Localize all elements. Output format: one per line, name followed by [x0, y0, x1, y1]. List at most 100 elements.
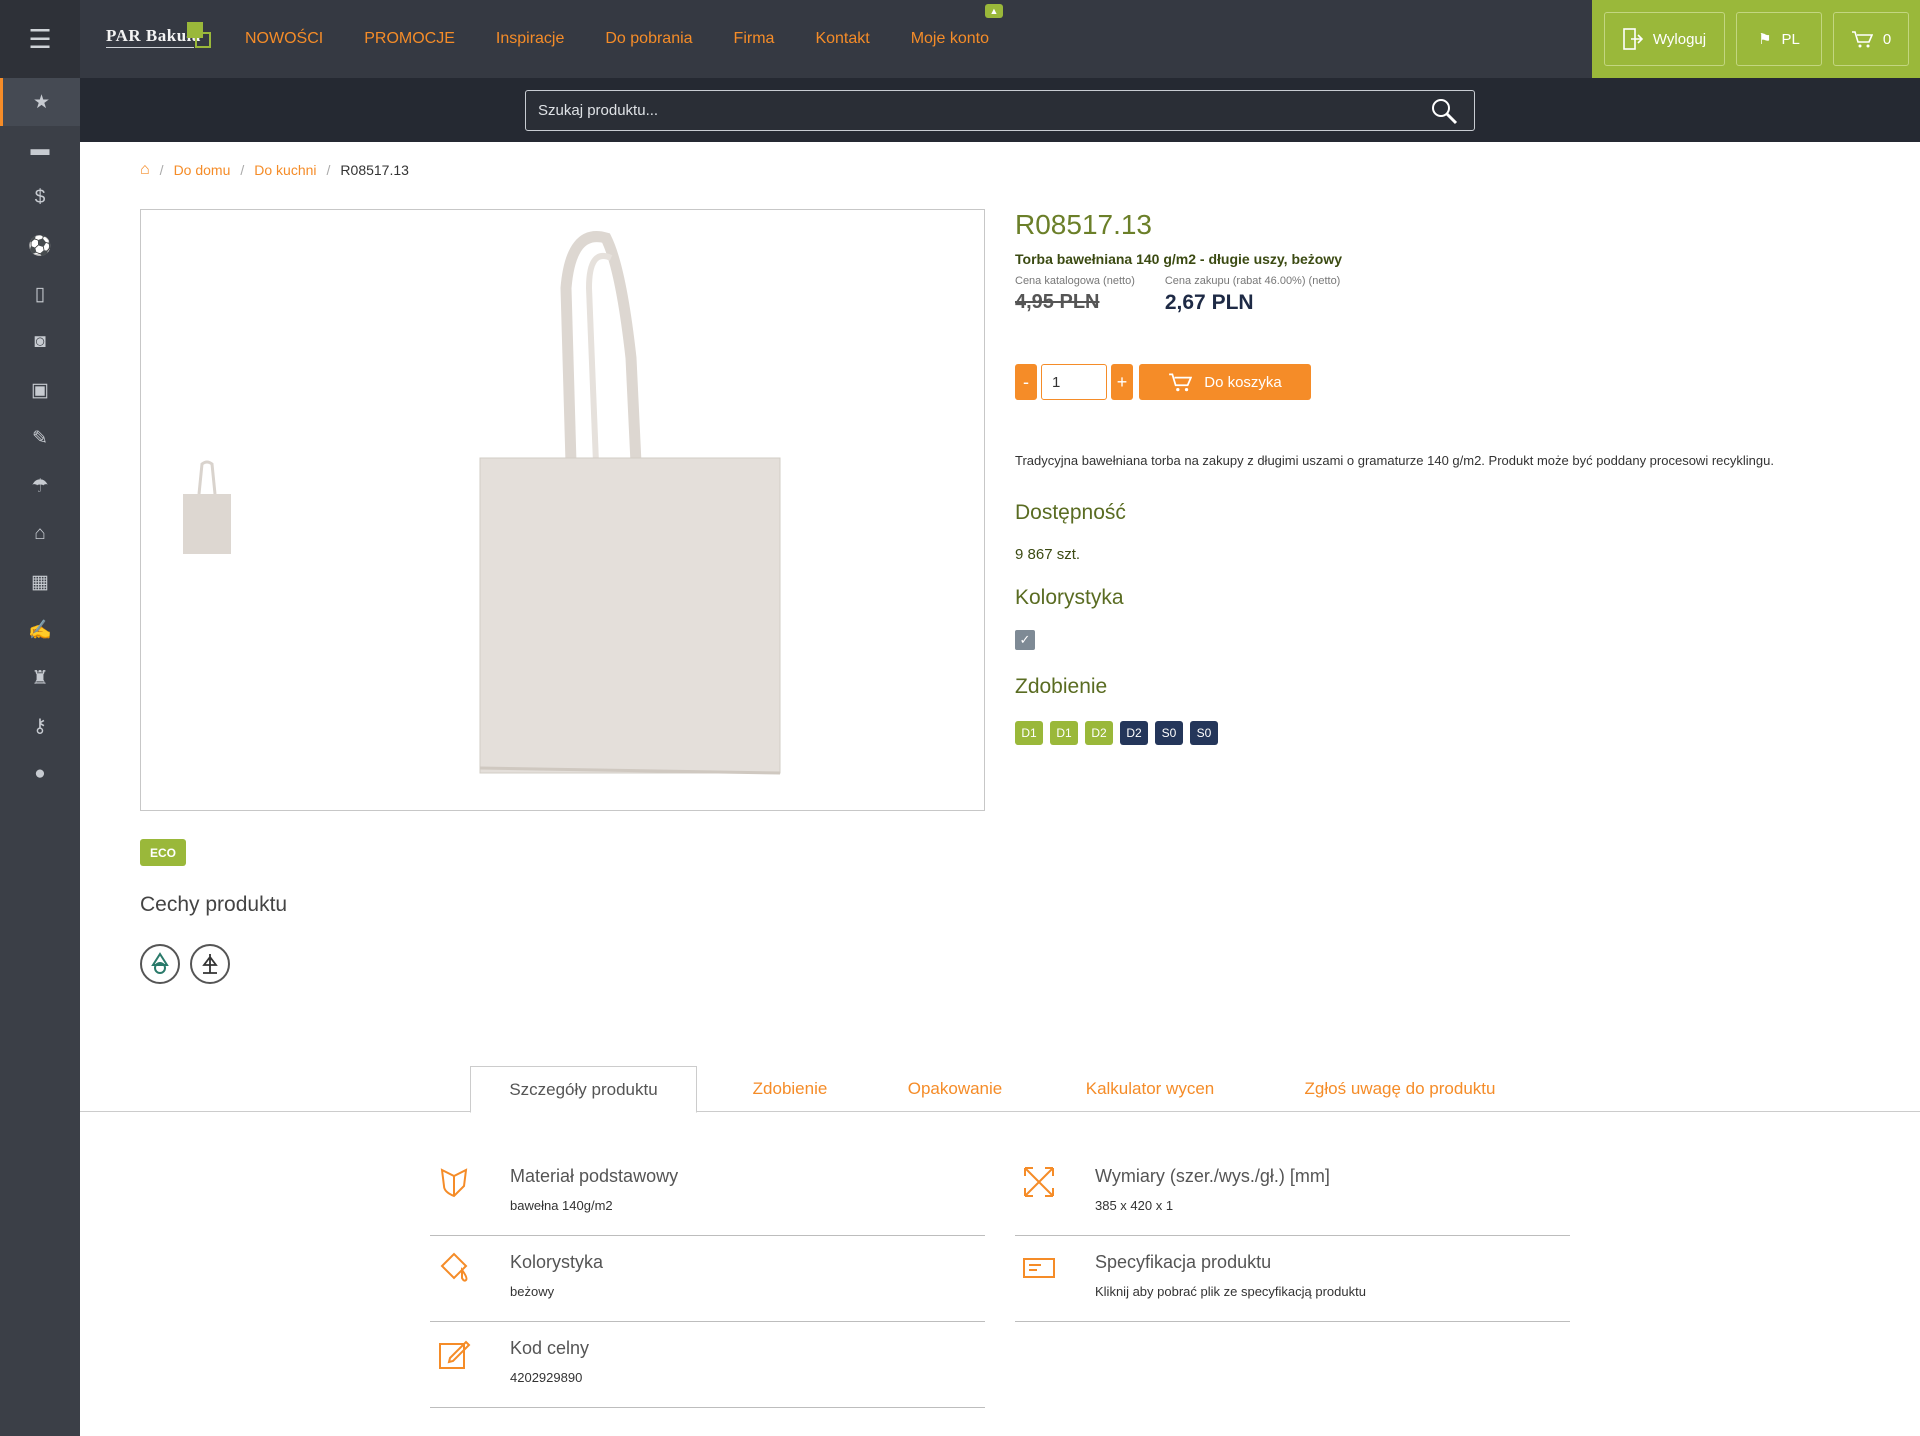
tab-zglos-uwage[interactable]: Zgłoś uwagę do produktu: [1275, 1066, 1525, 1112]
add-to-cart-button[interactable]: Do koszyka: [1139, 364, 1311, 400]
recycle-icon[interactable]: [140, 944, 180, 984]
material-icon: [440, 1168, 468, 1198]
decoration-tag[interactable]: D1: [1050, 721, 1078, 745]
flag-icon: ⚑: [1758, 31, 1772, 48]
tab-szczegoly[interactable]: Szczegóły produktu: [470, 1066, 697, 1113]
add-to-cart-label: Do koszyka: [1204, 373, 1282, 391]
sidebar-ball-icon[interactable]: ⚽: [0, 222, 80, 270]
decoration-tag[interactable]: D2: [1085, 721, 1113, 745]
account-lock-icon: ▲: [984, 4, 1003, 18]
decrease-quantity-button[interactable]: -: [1015, 364, 1037, 400]
catalog-price-label: Cena katalogowa (netto): [1015, 275, 1135, 287]
detail-color: Kolorystyka beżowy: [430, 1236, 985, 1322]
tab-zdobienie[interactable]: Zdobienie: [720, 1066, 860, 1112]
sidebar-home-icon[interactable]: ⌂: [0, 510, 80, 558]
weight-icon[interactable]: [190, 944, 230, 984]
sidebar-umbrella-icon[interactable]: ☂: [0, 462, 80, 510]
product-description: Tradycyjna bawełniana torba na zakupy z …: [1015, 453, 1774, 468]
sidebar-user-icon[interactable]: ●: [0, 750, 80, 798]
cart-icon: [1851, 31, 1873, 48]
sidebar-cup-icon[interactable]: ◙: [0, 318, 80, 366]
dimensions-icon: [1024, 1167, 1054, 1197]
search-input[interactable]: [538, 102, 1338, 119]
top-navigation-bar: PAR Bakuła NOWOŚCI PROMOCJE Inspiracje D…: [80, 0, 1920, 78]
color-title: Kolorystyka: [1015, 586, 1124, 609]
color-value: beżowy: [510, 1284, 555, 1299]
product-sku: R08517.13: [1015, 209, 1153, 240]
sidebar-dollar-icon[interactable]: $: [0, 174, 80, 222]
sidebar-star-icon[interactable]: ★: [0, 78, 80, 126]
detail-dimensions: Wymiary (szer./wys./gł.) [mm] 385 x 420 …: [1015, 1150, 1570, 1236]
sidebar-calculator-icon[interactable]: ▦: [0, 558, 80, 606]
availability-value: 9 867 szt.: [1015, 546, 1081, 563]
search-icon[interactable]: [1430, 97, 1458, 125]
product-thumbnail[interactable]: [182, 460, 232, 556]
decoration-tag[interactable]: S0: [1155, 721, 1183, 745]
edit-icon: [439, 1340, 471, 1369]
cart-button[interactable]: 0: [1833, 12, 1909, 66]
nav-item-firma[interactable]: Firma: [734, 30, 775, 48]
detail-customs-code: Kod celny 4202929890: [430, 1322, 985, 1408]
left-sidebar: ☰ ★ ▬ $ ⚽ ▯ ◙ ▣ ✎ ☂ ⌂ ▦ ✍ ♜ ⚷ ●: [0, 0, 80, 1436]
hamburger-menu-icon[interactable]: ☰: [0, 0, 80, 78]
language-label: PL: [1781, 30, 1800, 48]
logout-icon: [1623, 28, 1643, 50]
customs-value: 4202929890: [510, 1370, 583, 1385]
feature-icons: [140, 944, 230, 984]
spec-link[interactable]: Kliknij aby pobrać plik ze specyfikacją …: [1095, 1284, 1366, 1299]
nav-item-promocje[interactable]: PROMOCJE: [364, 30, 455, 48]
increase-quantity-button[interactable]: +: [1111, 364, 1133, 400]
nav-item-moje-konto[interactable]: Moje konto ▲: [910, 4, 1003, 48]
tab-kalkulator[interactable]: Kalkulator wycen: [1060, 1066, 1240, 1112]
color-label: Kolorystyka: [510, 1252, 604, 1272]
decoration-tag[interactable]: D1: [1015, 721, 1043, 745]
cart-count: 0: [1882, 30, 1892, 48]
breadcrumb-current: R08517.13: [340, 162, 409, 178]
breadcrumb-item[interactable]: Do kuchni: [254, 162, 316, 178]
sidebar-key-icon[interactable]: ⚷: [0, 702, 80, 750]
product-info: R08517.13 Torba bawełniana 140 g/m2 - dł…: [1015, 209, 1895, 745]
logout-label: Wyloguj: [1652, 30, 1707, 48]
color-swatch-checkbox[interactable]: ✓: [1015, 630, 1035, 650]
nav-item-moje-konto-label: Moje konto: [910, 30, 989, 47]
detail-specification[interactable]: Specyfikacja produktu Kliknij aby pobrać…: [1015, 1236, 1570, 1322]
catalog-price-block: Cena katalogowa (netto) 4,95 PLN: [1015, 275, 1135, 315]
product-main-image[interactable]: [471, 228, 781, 794]
sidebar-wrench-icon[interactable]: ✎: [0, 414, 80, 462]
eco-badge: ECO: [140, 839, 186, 866]
purchase-price-block: Cena zakupu (rabat 46.00%) (netto) 2,67 …: [1165, 275, 1341, 315]
decoration-tags: D1 D1 D2 D2 S0 S0: [1015, 721, 1218, 745]
company-logo[interactable]: PAR Bakuła: [106, 22, 212, 58]
nav-item-kontakt[interactable]: Kontakt: [815, 30, 869, 48]
decoration-title: Zdobienie: [1015, 675, 1108, 698]
nav-item-do-pobrania[interactable]: Do pobrania: [605, 30, 692, 48]
nav-item-nowosci[interactable]: NOWOŚCI: [245, 30, 323, 48]
quantity-stepper: - + Do koszyka: [1015, 364, 1311, 400]
sidebar-briefcase-icon[interactable]: ▣: [0, 366, 80, 414]
search-bar: [80, 78, 1920, 142]
logout-button[interactable]: Wyloguj: [1604, 12, 1725, 66]
language-selector[interactable]: ⚑ PL: [1736, 12, 1822, 66]
sidebar-archive-icon[interactable]: ▬: [0, 126, 80, 174]
nav-item-inspiracje[interactable]: Inspiracje: [496, 30, 564, 48]
sidebar-pen-icon[interactable]: ✍: [0, 606, 80, 654]
breadcrumb-item[interactable]: Do domu: [174, 162, 231, 178]
product-name: Torba bawełniana 140 g/m2 - długie uszy,…: [1015, 251, 1343, 267]
product-gallery: [140, 209, 985, 811]
quantity-input[interactable]: [1041, 364, 1107, 400]
purchase-price-label: Cena zakupu (rabat 46.00%) (netto): [1164, 275, 1341, 287]
decoration-tag[interactable]: D2: [1120, 721, 1148, 745]
spec-label: Specyfikacja produktu: [1095, 1252, 1272, 1272]
document-icon: [1023, 1258, 1055, 1278]
availability-title: Dostępność: [1015, 501, 1126, 524]
sidebar-figure-icon[interactable]: ♜: [0, 654, 80, 702]
tab-opakowanie[interactable]: Opakowanie: [880, 1066, 1030, 1112]
paint-bucket-icon: [440, 1252, 468, 1282]
prices: Cena katalogowa (netto) 4,95 PLN Cena za…: [1015, 275, 1895, 315]
decoration-tag[interactable]: S0: [1190, 721, 1218, 745]
sidebar-phone-icon[interactable]: ▯: [0, 270, 80, 318]
home-icon[interactable]: ⌂: [140, 161, 150, 179]
material-label: Materiał podstawowy: [510, 1166, 679, 1186]
material-value: bawełna 140g/m2: [510, 1198, 613, 1213]
detail-material: Materiał podstawowy bawełna 140g/m2: [430, 1150, 985, 1236]
